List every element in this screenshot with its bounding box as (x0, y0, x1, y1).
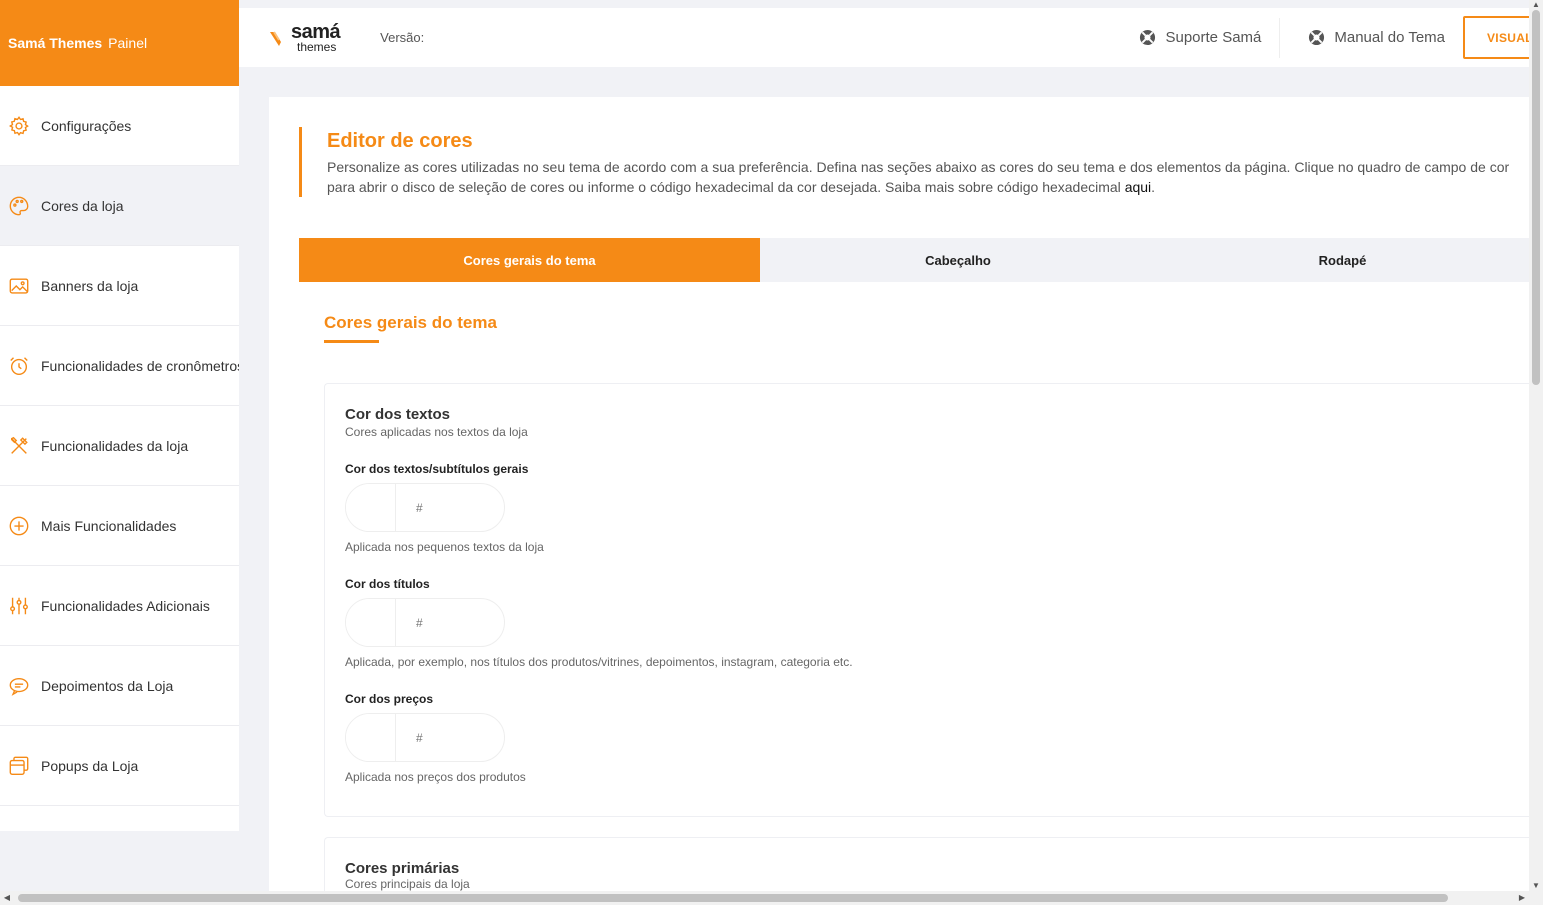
image-icon (8, 275, 30, 297)
description-text: Personalize as cores utilizadas no seu t… (327, 159, 1510, 195)
scroll-down-icon[interactable]: ▼ (1529, 881, 1543, 891)
page-description: Personalize as cores utilizadas no seu t… (327, 157, 1529, 197)
sidebar-item-label: Popups da Loja (41, 757, 139, 774)
hex-input[interactable] (396, 730, 504, 745)
field-help: Aplicada nos preços dos produtos (345, 770, 526, 784)
editor-header: Editor de cores Personalize as cores uti… (299, 127, 1529, 197)
field-help: Aplicada nos pequenos textos da loja (345, 540, 544, 554)
group-subtitle: Cores principais da loja (345, 877, 470, 891)
color-swatch[interactable] (346, 714, 396, 761)
scroll-up-icon[interactable]: ▲ (1529, 0, 1543, 10)
sidebar-item-depoimentos[interactable]: Depoimentos da Loja (0, 646, 239, 726)
sama-logo[interactable]: samá themes (269, 21, 341, 54)
group-subtitle: Cores aplicadas nos textos da loja (345, 425, 528, 439)
plus-circle-icon (8, 515, 30, 537)
scroll-left-icon[interactable]: ◀ (2, 891, 12, 905)
sidebar-item-popups[interactable]: Popups da Loja (0, 726, 239, 806)
sidebar-item-configuracoes[interactable]: Configurações (0, 86, 239, 166)
color-picker-field (345, 598, 505, 647)
logo-subtitle: themes (297, 40, 337, 54)
logo-wordmark: samá (291, 21, 341, 43)
brand-name: Samá Themes (8, 35, 103, 51)
vertical-scrollbar[interactable]: ▲ ▼ (1529, 0, 1543, 891)
page-title: Editor de cores (327, 130, 473, 152)
lifebuoy-icon (1309, 29, 1325, 46)
topbar: samá themes Versão: Suporte Samá Manual … (239, 8, 1543, 67)
text-colors-group: Cor dos textos Cores aplicadas nos texto… (324, 383, 1529, 817)
vertical-scroll-thumb[interactable] (1532, 10, 1540, 385)
sidebar: Samá Themes Painel Configurações Cores d… (0, 0, 239, 831)
group-title: Cor dos textos (345, 406, 451, 423)
sidebar-item-cronometros[interactable]: Funcionalidades de cronômetros (0, 326, 239, 406)
color-swatch[interactable] (346, 484, 396, 531)
sidebar-item-label: Mais Funcionalidades (41, 517, 177, 534)
sliders-icon (8, 595, 30, 617)
sidebar-brand: Samá Themes Painel (0, 0, 239, 86)
section-title: Cores gerais do tema (324, 313, 497, 332)
horizontal-scroll-thumb[interactable] (18, 894, 1448, 902)
hex-input[interactable] (396, 500, 504, 515)
alarm-clock-icon (8, 355, 30, 377)
description-period: . (1151, 179, 1156, 195)
sidebar-item-label: Funcionalidades Adicionais (41, 597, 210, 614)
tab-cabecalho[interactable]: Cabeçalho (760, 238, 1156, 282)
field-label: Cor dos títulos (345, 577, 430, 591)
sidebar-item-mais-funcionalidades[interactable]: Mais Funcionalidades (0, 486, 239, 566)
sidebar-item-label: Configurações (41, 117, 132, 134)
hex-info-link[interactable]: aqui (1125, 179, 1151, 195)
field-label: Cor dos textos/subtítulos gerais (345, 462, 529, 476)
lifebuoy-icon (1140, 29, 1156, 46)
section-underline (324, 340, 379, 343)
sidebar-item-label: Depoimentos da Loja (41, 677, 174, 694)
manual-link[interactable]: Manual do Tema (1279, 17, 1463, 58)
scroll-right-icon[interactable]: ▶ (1517, 891, 1527, 905)
logo-mark-icon (270, 30, 281, 46)
color-picker-field (345, 713, 505, 762)
hex-input[interactable] (396, 615, 504, 630)
support-label: Suporte Samá (1165, 29, 1262, 46)
sidebar-item-cores[interactable]: Cores da loja (0, 166, 239, 246)
sidebar-item-banners[interactable]: Banners da loja (0, 246, 239, 326)
field-help: Aplicada, por exemplo, nos títulos dos p… (345, 655, 853, 669)
sidebar-item-label: Funcionalidades de cronômetros (41, 357, 239, 374)
sidebar-item-label: Banners da loja (41, 277, 139, 294)
brand-panel-label: Painel (108, 35, 148, 51)
tools-icon (8, 435, 30, 457)
color-picker-field (345, 483, 505, 532)
sidebar-item-funcionalidades-loja[interactable]: Funcionalidades da loja (0, 406, 239, 486)
sidebar-item-label: Cores da loja (41, 197, 124, 214)
sidebar-item-funcionalidades-adicionais[interactable]: Funcionalidades Adicionais (0, 566, 239, 646)
field-label: Cor dos preços (345, 692, 434, 706)
group-title: Cores primárias (345, 860, 460, 877)
chat-bubble-icon (8, 675, 30, 697)
tab-cores-gerais[interactable]: Cores gerais do tema (299, 238, 760, 282)
version-label: Versão: (380, 30, 425, 45)
window-icon (8, 755, 30, 777)
sidebar-item-label: Funcionalidades da loja (41, 437, 189, 454)
gear-icon (8, 115, 30, 137)
color-swatch[interactable] (346, 599, 396, 646)
support-link[interactable]: Suporte Samá (1121, 18, 1279, 58)
tab-rodape[interactable]: Rodapé (1156, 238, 1529, 282)
palette-icon (8, 195, 30, 217)
tabs: Cores gerais do tema Cabeçalho Rodapé (299, 238, 1529, 282)
main-card: Editor de cores Personalize as cores uti… (269, 97, 1529, 905)
manual-label: Manual do Tema (1334, 29, 1445, 46)
horizontal-scrollbar[interactable]: ◀ ▶ (0, 891, 1543, 905)
